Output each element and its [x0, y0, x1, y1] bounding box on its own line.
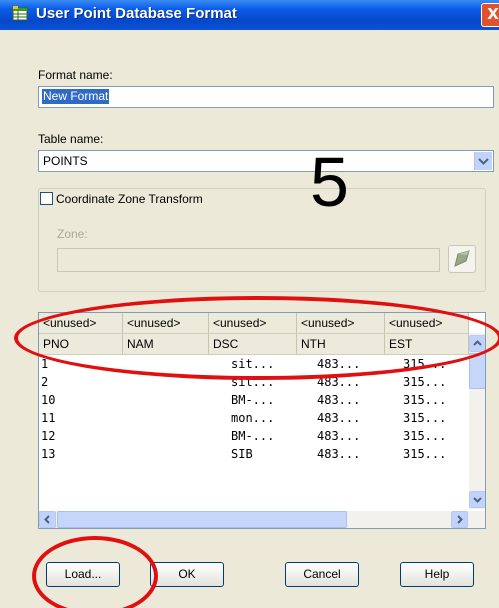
format-name-value: New Format [42, 89, 110, 104]
window-title: User Point Database Format [36, 5, 237, 22]
cell-nam [123, 374, 125, 391]
format-name-input[interactable]: New Format [38, 86, 494, 108]
top-header-cell[interactable]: <unused> [385, 313, 469, 333]
table-name-select[interactable]: POINTS [38, 150, 494, 172]
scroll-up-button[interactable] [469, 335, 485, 352]
zone-input[interactable] [57, 248, 440, 272]
cell-nam [123, 410, 125, 427]
annotation-number: 5 [310, 143, 349, 221]
dialog-window: User Point Database Format X Format name… [0, 0, 499, 608]
cell-est: 315... [403, 411, 447, 425]
cell-pno: 10 [41, 393, 56, 407]
load-button[interactable]: Load... [46, 562, 120, 587]
help-button[interactable]: Help [400, 562, 474, 587]
cell-pno: 11 [41, 411, 56, 425]
column-header-est[interactable]: EST [385, 334, 469, 354]
scroll-down-button[interactable] [469, 491, 485, 508]
title-bar[interactable]: User Point Database Format X [0, 0, 499, 30]
table-row[interactable]: 2 sit... 483... 315... [39, 374, 469, 391]
unused-header-row: <unused> <unused> <unused> <unused> <unu… [39, 313, 469, 334]
ok-button[interactable]: OK [150, 562, 224, 587]
cell-dsc: BM-... [231, 429, 275, 443]
horizontal-scroll-thumb[interactable] [57, 511, 347, 528]
cell-est: 315... [403, 357, 447, 371]
cell-dsc: SIB [231, 447, 253, 461]
cell-est: 315... [403, 447, 447, 461]
cell-pno: 13 [41, 447, 56, 461]
cell-nth: 483... [317, 429, 361, 443]
scroll-left-button[interactable] [39, 511, 56, 528]
cell-nth: 483... [317, 393, 361, 407]
scroll-right-button[interactable] [451, 511, 468, 528]
cell-pno: 2 [41, 375, 49, 389]
data-grid[interactable]: <unused> <unused> <unused> <unused> <unu… [38, 312, 486, 529]
column-header-pno[interactable]: PNO [39, 334, 123, 354]
top-header-cell[interactable]: <unused> [209, 313, 297, 333]
cell-dsc: BM-... [231, 393, 275, 407]
cell-dsc: sit... [231, 357, 275, 371]
cell-pno: 12 [41, 429, 56, 443]
pick-point-icon [454, 250, 470, 267]
chevron-right-icon [457, 515, 463, 524]
chevron-left-icon [44, 515, 50, 524]
chevron-up-icon [473, 340, 482, 346]
cell-nam [123, 446, 125, 463]
close-icon: X [487, 5, 499, 23]
top-header-cell[interactable]: <unused> [297, 313, 385, 333]
table-row[interactable]: 13 SIB 483... 315... [39, 446, 469, 463]
database-icon [12, 6, 28, 21]
table-row[interactable]: 11 mon... 483... 315... [39, 410, 469, 427]
table-name-value: POINTS [43, 154, 88, 168]
column-header-dsc[interactable]: DSC [209, 334, 297, 354]
column-header-row: PNO NAM DSC NTH EST [39, 334, 469, 355]
cell-est: 315... [403, 375, 447, 389]
cell-nam [123, 428, 125, 445]
close-button[interactable]: X [481, 3, 499, 27]
cell-nam [123, 356, 125, 373]
table-name-label: Table name: [38, 132, 104, 146]
chevron-down-icon [478, 158, 489, 165]
top-header-cell[interactable]: <unused> [39, 313, 123, 333]
cell-nth: 483... [317, 357, 361, 371]
cell-nth: 483... [317, 375, 361, 389]
dropdown-button[interactable] [474, 152, 492, 170]
column-header-nth[interactable]: NTH [297, 334, 385, 354]
pick-zone-button[interactable] [448, 245, 476, 273]
zone-label: Zone: [57, 227, 88, 241]
table-row[interactable]: 12 BM-... 483... 315... [39, 428, 469, 445]
chevron-down-icon [473, 497, 482, 503]
cell-dsc: sit... [231, 375, 275, 389]
cell-pno: 1 [41, 357, 49, 371]
cell-est: 315... [403, 393, 447, 407]
top-header-cell[interactable]: <unused> [123, 313, 209, 333]
cell-dsc: mon... [231, 411, 275, 425]
vertical-scroll-thumb[interactable] [469, 353, 485, 389]
table-row[interactable]: 1 sit... 483... 315... [39, 356, 469, 373]
cell-nam [123, 392, 125, 409]
column-header-nam[interactable]: NAM [123, 334, 209, 354]
table-row[interactable]: 10 BM-... 483... 315... [39, 392, 469, 409]
cell-est: 315... [403, 429, 447, 443]
coordinate-zone-label[interactable]: Coordinate Zone Transform [56, 192, 206, 206]
cell-nth: 483... [317, 447, 361, 461]
format-name-label: Format name: [38, 68, 113, 82]
cancel-button[interactable]: Cancel [285, 562, 359, 587]
cell-nth: 483... [317, 411, 361, 425]
coordinate-zone-checkbox[interactable] [40, 192, 53, 205]
